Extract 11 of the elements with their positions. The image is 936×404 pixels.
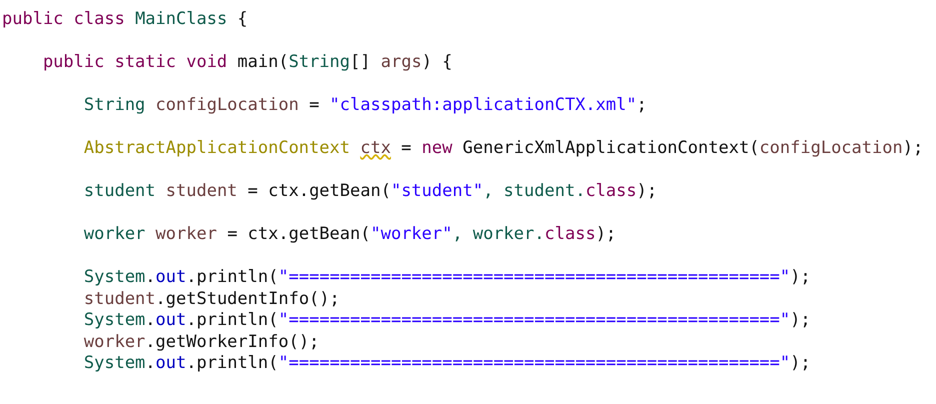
code-line: student.getStudentInfo(); [84,288,340,310]
code-line: worker.getWorkerInfo(); [84,332,320,353]
code-line: public class MainClass { [2,9,248,30]
code-line: System.out.println("================================================"); [84,310,811,332]
code-line: student student = ctx.getBean("student", student.class); [84,181,658,202]
code-line: System.out.println("================================================"); [84,353,811,374]
code-line: AbstractApplicationContext ctx = new GenericXmlApplicationContext(configLocation); [84,138,924,160]
code-line: System.out.println("================================================"); [84,267,811,288]
code-line: public static void main(String[] args) { [42,52,452,74]
code-line: String configLocation = "classpath:applicationCTX.xml"; [84,95,647,116]
code-line: worker worker = ctx.getBean("worker", worker.class); [84,224,616,246]
